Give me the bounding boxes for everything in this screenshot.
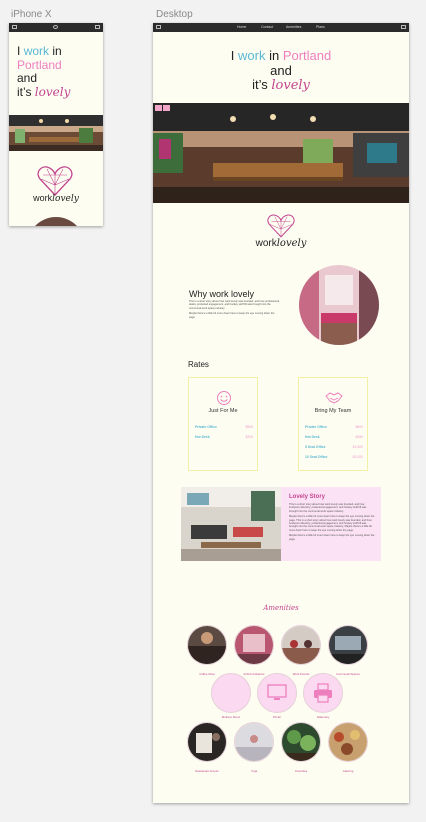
desktop-nav-bar: Home Contact Amenities Plans (153, 23, 409, 32)
nav-home[interactable]: Home (237, 25, 246, 29)
amenity-photo (328, 625, 368, 665)
nav-plans[interactable]: Plans (316, 25, 325, 29)
heart-logo-icon (267, 214, 295, 238)
amenity-photo (257, 673, 297, 713)
story-text: This is a short story about how work lov… (289, 503, 375, 541)
monitor-icon (267, 684, 287, 700)
logo-icon[interactable] (53, 25, 58, 29)
rate-card-just-for-me[interactable]: Just For Me Private Office $500 Hot Desk $… (188, 377, 258, 471)
rate-row: 5 Seat Office $1,800 (305, 445, 363, 449)
rate-card-title: Just For Me (208, 408, 238, 414)
phone-nav-bar (9, 23, 103, 32)
story-photo (181, 487, 281, 561)
smile-icon (217, 391, 231, 405)
story-box: Lovely Story This is a short story about… (281, 487, 381, 561)
desktop-artboard[interactable]: Home Contact Amenities Plans I work in P… (153, 23, 409, 803)
why-text: This is a short story about how work lov… (189, 300, 280, 319)
menu-icon[interactable] (12, 25, 17, 29)
handshake-icon (325, 392, 343, 404)
nav-amenities[interactable]: Amenities (286, 25, 301, 29)
amenity-photo (234, 722, 274, 762)
rate-row: Private Office $500 (195, 425, 253, 429)
amenity-amenities[interactable]: Amenities (281, 722, 321, 773)
amenity-photo (328, 722, 368, 762)
rate-row: Private Office $800 (305, 425, 363, 429)
artboard-label-desktop[interactable]: Desktop (156, 9, 193, 20)
amenity-photo (281, 722, 321, 762)
menu-icon[interactable] (156, 25, 161, 29)
logo-wordmark: worklovely (33, 193, 79, 204)
amenity-photo (303, 673, 343, 713)
rate-row: 10 Seat Office $3,000 (305, 455, 363, 459)
amenity-airbnb-ambiance[interactable]: Airbnb Ambiance (234, 625, 274, 676)
rate-card-bring-my-team[interactable]: Bring My Team Private Office $800 Hot Des… (298, 377, 368, 471)
story-heading: Lovely Story (289, 494, 326, 500)
hero-title: I work in Portland and it’s lovely (17, 44, 71, 99)
cart-icon[interactable] (401, 25, 406, 29)
amenities-heading: Amenities (263, 604, 299, 612)
amenity-photo (187, 625, 227, 665)
nav-contact[interactable]: Contact (261, 25, 273, 29)
rate-card-title: Bring My Team (314, 408, 352, 414)
rate-row: Hot Desk $350 (305, 435, 363, 439)
amenity-communal-spaces[interactable]: Communal Spaces (328, 625, 368, 676)
amenity-yoga[interactable]: Yoga (234, 722, 274, 773)
why-photo-circle (299, 265, 379, 345)
amenity-photo (234, 625, 274, 665)
amenity-photo (281, 625, 321, 665)
amenity-printer[interactable]: Printer (257, 673, 297, 719)
hero-photo (9, 115, 103, 151)
rate-row: Hot Desk $200 (195, 435, 253, 439)
artboard-label-phone[interactable]: iPhone X (11, 9, 52, 20)
phone-artboard[interactable]: I work in Portland and it’s lovely workl… (9, 23, 103, 226)
amenity-photo (187, 722, 227, 762)
amenity-photo (211, 673, 251, 713)
amenity-mothers-room[interactable]: Mothers Room (211, 673, 251, 719)
printer-icon (314, 683, 332, 703)
hero-title: I work in Portland and it’s lovely (230, 48, 332, 93)
amenity-catering[interactable]: Catering (328, 722, 368, 773)
amenity-stationary[interactable]: Stationary (303, 673, 343, 719)
rates-heading: Rates (188, 360, 209, 369)
amenity-work-friends[interactable]: Work Friends (281, 625, 321, 676)
why-photo-circle (27, 217, 85, 226)
why-heading: Why work lovely (189, 289, 255, 299)
logo-wordmark: worklovely (255, 238, 307, 249)
amenity-restaurant-access[interactable]: Restaurant Access (187, 722, 227, 773)
cart-icon[interactable] (95, 25, 100, 29)
hero-photo (153, 103, 409, 203)
amenity-coffee-shop[interactable]: Coffee Shop (187, 625, 227, 676)
